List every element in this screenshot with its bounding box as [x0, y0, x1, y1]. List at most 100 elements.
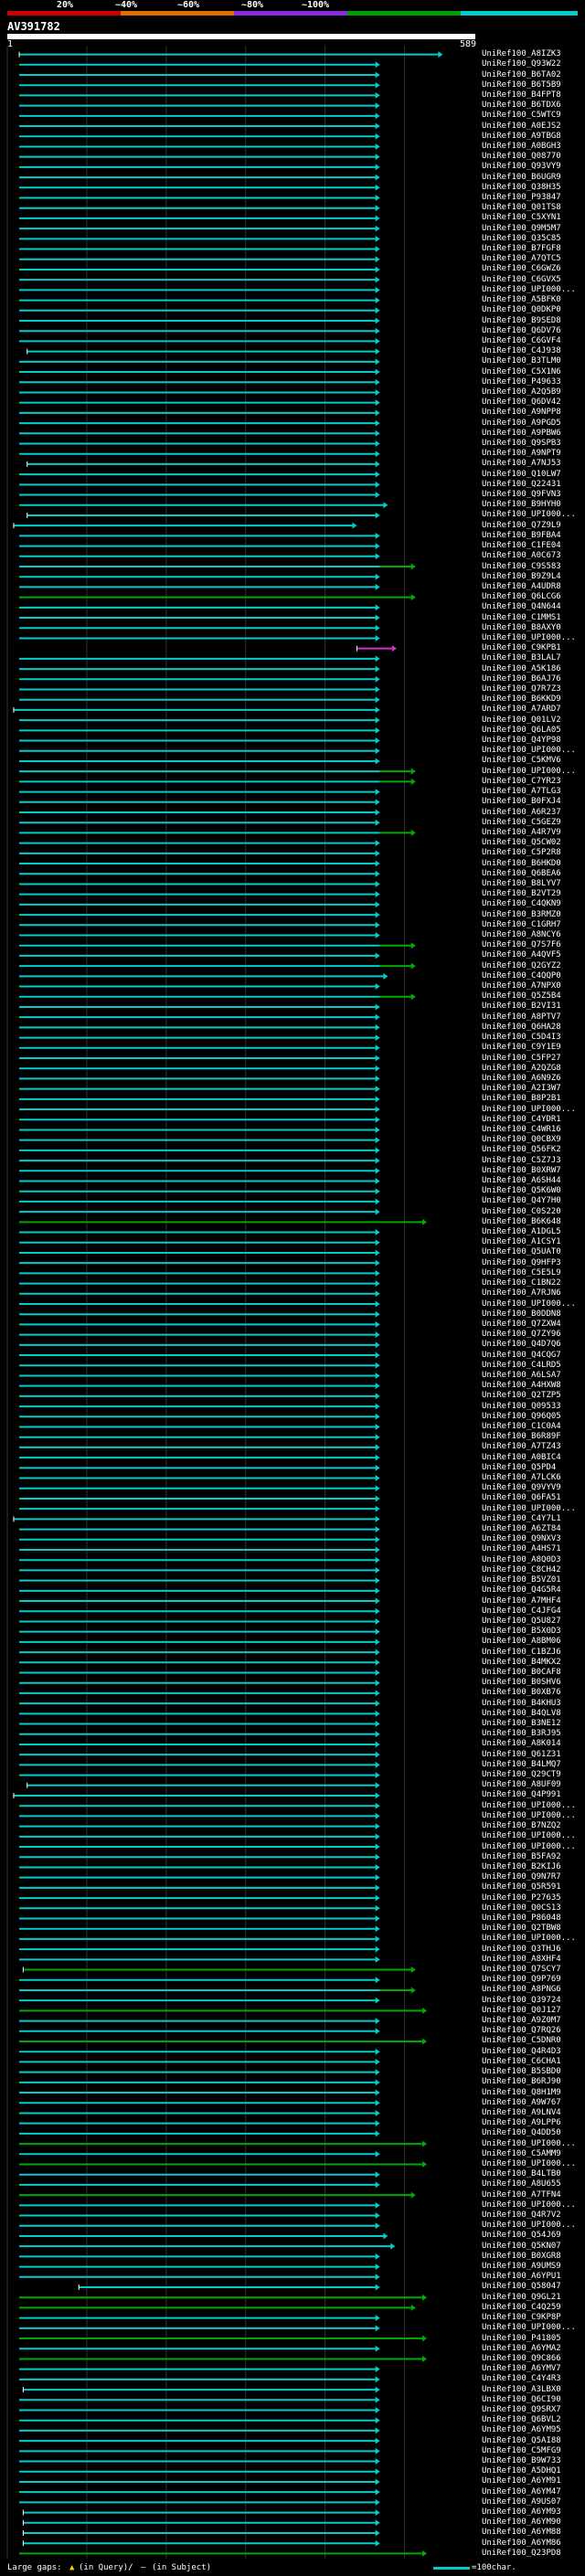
hit-row[interactable]	[19, 1956, 380, 1963]
hit-row[interactable]	[19, 195, 380, 202]
hit-row[interactable]	[19, 1669, 380, 1676]
hit-row[interactable]	[19, 829, 416, 836]
hit-id-label[interactable]: UniRef100_B3LAL7	[482, 653, 561, 663]
hit-id-label[interactable]: UniRef100_Q6BEA6	[482, 869, 561, 879]
hit-id-label[interactable]: UniRef100_B7FGF8	[482, 244, 561, 254]
hit-row[interactable]	[19, 440, 380, 448]
hit-row[interactable]	[19, 451, 380, 458]
hit-row[interactable]	[22, 2519, 380, 2527]
hit-row[interactable]	[19, 1843, 380, 1850]
hit-row[interactable]	[19, 2315, 380, 2322]
hit-row[interactable]	[19, 2488, 380, 2496]
hit-id-label[interactable]: UniRef100_C5WTC9	[482, 111, 561, 121]
hit-row[interactable]	[19, 1566, 380, 1574]
hit-id-label[interactable]: UniRef100_A7RJN6	[482, 1288, 561, 1299]
hit-row[interactable]	[19, 1904, 380, 1912]
hit-row[interactable]	[19, 1823, 380, 1830]
hit-row[interactable]	[19, 2069, 380, 2076]
hit-id-label[interactable]: UniRef100_B8LYV7	[482, 879, 561, 889]
hit-id-label[interactable]: UniRef100_A6ZT84	[482, 1524, 561, 1534]
hit-id-label[interactable]: UniRef100_B4KHU3	[482, 1699, 561, 1709]
hit-id-label[interactable]: UniRef100_A5K186	[482, 664, 561, 674]
hit-id-label[interactable]: UniRef100_Q5Z5B4	[482, 991, 561, 1002]
hit-id-label[interactable]: UniRef100_Q6DV42	[482, 398, 561, 408]
hit-row[interactable]	[19, 778, 416, 785]
hit-id-label[interactable]: UniRef100_Q2GYZ2	[482, 961, 561, 971]
hit-id-label[interactable]: UniRef100_A6YM47	[482, 2487, 561, 2497]
hit-id-label[interactable]: UniRef100_A8IZK3	[482, 49, 561, 59]
hit-row[interactable]	[19, 1126, 380, 1133]
hit-id-label[interactable]: UniRef100_B0XRW7	[482, 1166, 561, 1176]
hit-id-label[interactable]: UniRef100_A9NPT9	[482, 449, 561, 459]
hit-id-label[interactable]: UniRef100_B6UGR9	[482, 173, 561, 183]
hit-id-label[interactable]: UniRef100_Q96Q05	[482, 1412, 561, 1422]
hit-row[interactable]	[19, 594, 416, 601]
hit-id-label[interactable]: UniRef100_Q7RQ26	[482, 2026, 561, 2036]
hit-row[interactable]	[19, 1597, 380, 1605]
hit-row[interactable]	[19, 1116, 380, 1123]
hit-row[interactable]	[19, 143, 380, 150]
hit-id-label[interactable]: UniRef100_Q4R4D3	[482, 2047, 561, 2057]
hit-id-label[interactable]: UniRef100_B5VZ01	[482, 1575, 561, 1585]
hit-row[interactable]	[19, 901, 380, 908]
hit-row[interactable]	[19, 102, 380, 110]
hit-id-label[interactable]: UniRef100_A6SH44	[482, 1176, 561, 1186]
hit-id-label[interactable]: UniRef100_C4YDR1	[482, 1115, 561, 1125]
hit-id-label[interactable]: UniRef100_A6YM91	[482, 2476, 561, 2486]
hit-row[interactable]	[19, 2140, 427, 2147]
hit-id-label[interactable]: UniRef100_A7ARD7	[482, 705, 561, 715]
hit-id-label[interactable]: UniRef100_Q10LW7	[482, 470, 561, 480]
hit-id-label[interactable]: UniRef100_A6YM86	[482, 2539, 561, 2549]
hit-row[interactable]	[19, 1229, 380, 1236]
hit-id-label[interactable]: UniRef100_P93847	[482, 193, 561, 203]
hit-id-label[interactable]: UniRef100_Q4YP98	[482, 736, 561, 746]
hit-id-label[interactable]: UniRef100_B2VT29	[482, 889, 561, 899]
hit-id-label[interactable]: UniRef100_Q6CI90	[482, 2395, 561, 2405]
hit-row[interactable]	[19, 1812, 380, 1819]
hit-row[interactable]	[19, 1403, 380, 1410]
hit-row[interactable]	[19, 1218, 427, 1225]
hit-row[interactable]	[19, 532, 380, 539]
hit-id-label[interactable]: UniRef100_Q93VY9	[482, 162, 561, 172]
hit-row[interactable]	[19, 614, 380, 621]
hit-id-label[interactable]: UniRef100_Q2TBW8	[482, 1924, 561, 1934]
hit-row[interactable]	[19, 1434, 380, 1441]
hit-row[interactable]	[19, 112, 380, 120]
hit-id-label[interactable]: UniRef100_UPI000...	[482, 2221, 576, 2231]
hit-id-label[interactable]: UniRef100_B3RJ95	[482, 1729, 561, 1739]
hit-row[interactable]	[13, 522, 357, 529]
hit-row[interactable]	[19, 1700, 380, 1707]
hit-id-label[interactable]: UniRef100_Q9HFP3	[482, 1258, 561, 1268]
hit-row[interactable]	[19, 71, 380, 79]
hit-row[interactable]	[19, 2130, 380, 2137]
hit-row[interactable]	[19, 1495, 380, 1502]
hit-row[interactable]	[19, 799, 380, 806]
hit-row[interactable]	[19, 2468, 380, 2475]
hit-id-label[interactable]: UniRef100_UPI000...	[482, 2200, 576, 2210]
hit-id-label[interactable]: UniRef100_B4FPT8	[482, 90, 561, 101]
hit-id-label[interactable]: UniRef100_C5FP27	[482, 1054, 561, 1064]
hit-row[interactable]	[19, 1167, 380, 1174]
hit-row[interactable]	[19, 1290, 380, 1298]
hit-row[interactable]	[19, 1997, 380, 2004]
hit-id-label[interactable]: UniRef100_Q4CQG7	[482, 1351, 561, 1361]
hit-id-label[interactable]: UniRef100_A8K014	[482, 1739, 561, 1749]
hit-row[interactable]	[19, 2427, 380, 2434]
hit-id-label[interactable]: UniRef100_Q5U827	[482, 1617, 561, 1627]
hit-row[interactable]	[19, 2171, 380, 2178]
hit-id-label[interactable]: UniRef100_A7MHF4	[482, 1596, 561, 1606]
hit-id-label[interactable]: UniRef100_A9TBG8	[482, 132, 561, 142]
hit-row[interactable]	[19, 2417, 380, 2424]
hit-id-label[interactable]: UniRef100_C4JFG4	[482, 1606, 561, 1617]
hit-id-label[interactable]: UniRef100_Q4G5R4	[482, 1585, 561, 1595]
hit-id-label[interactable]: UniRef100_Q01TS8	[482, 203, 561, 213]
hit-id-label[interactable]: UniRef100_A9PGD5	[482, 419, 561, 429]
hit-id-label[interactable]: UniRef100_A9NPP8	[482, 408, 561, 418]
hit-id-label[interactable]: UniRef100_Q9SRX7	[482, 2405, 561, 2415]
hit-id-label[interactable]: UniRef100_C5KMV6	[482, 756, 561, 766]
hit-id-label[interactable]: UniRef100_A9PBW6	[482, 429, 561, 439]
hit-id-label[interactable]: UniRef100_UPI000...	[482, 2323, 576, 2333]
hit-row[interactable]	[22, 2386, 380, 2393]
hit-id-label[interactable]: UniRef100_C5D4I3	[482, 1033, 561, 1043]
hit-id-label[interactable]: UniRef100_A6YM93	[482, 2507, 561, 2518]
